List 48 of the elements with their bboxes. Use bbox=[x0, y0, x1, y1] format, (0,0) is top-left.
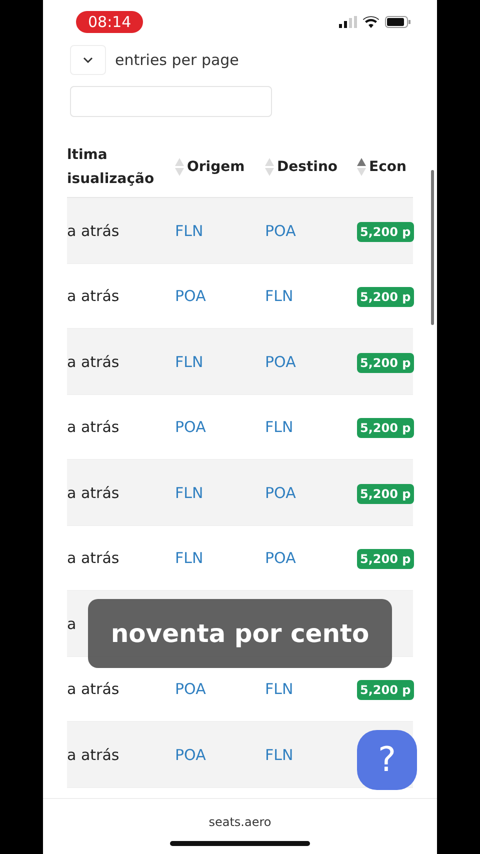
origin-link[interactable]: POA bbox=[175, 680, 206, 698]
column-header[interactable]: Econ bbox=[357, 155, 413, 179]
price-badge: 5,200 p bbox=[357, 484, 414, 504]
origin-link[interactable]: POA bbox=[175, 746, 206, 764]
price-badge: 5,200 p bbox=[357, 287, 414, 308]
status-time: 08:14 bbox=[76, 11, 143, 33]
price-badge: 5,200 p bbox=[357, 549, 414, 570]
price-badge: 5,200 p bbox=[357, 352, 414, 373]
scrollbar[interactable] bbox=[431, 170, 434, 325]
subtitle-caption: noventa por cento bbox=[88, 599, 392, 668]
time-cell: a atrás bbox=[67, 287, 120, 306]
origin-link[interactable]: POA bbox=[175, 287, 206, 306]
time-cell: a atrás bbox=[67, 549, 120, 568]
destination-link[interactable]: POA bbox=[265, 352, 296, 371]
time-cell: a atrás bbox=[67, 680, 120, 698]
site-address: seats.aero bbox=[208, 815, 272, 829]
origin-link[interactable]: FLN bbox=[175, 549, 204, 568]
price-badge: 5,200 p bbox=[357, 418, 414, 438]
wifi-icon bbox=[363, 16, 379, 28]
time-cell: a atrás bbox=[67, 222, 120, 240]
time-cell: a atrás bbox=[67, 746, 120, 764]
entries-select[interactable] bbox=[70, 45, 106, 75]
time-cell: a atrás bbox=[67, 484, 120, 502]
price-badge: 5,200 p bbox=[357, 680, 414, 700]
origin-link[interactable]: POA bbox=[175, 418, 206, 436]
origin-link[interactable]: FLN bbox=[175, 484, 204, 502]
entries-label: entries per page bbox=[115, 51, 239, 69]
battery-icon bbox=[385, 16, 411, 28]
time-cell: a atrás bbox=[67, 352, 120, 371]
destination-link[interactable]: FLN bbox=[265, 418, 294, 436]
destination-link[interactable]: POA bbox=[265, 222, 296, 240]
column-header[interactable]: Origem bbox=[175, 155, 265, 179]
column-header[interactable]: Destino bbox=[265, 155, 357, 179]
origin-link[interactable]: FLN bbox=[175, 222, 204, 240]
destination-link[interactable]: FLN bbox=[265, 287, 294, 306]
chevron-down-icon bbox=[83, 57, 93, 63]
origin-link[interactable]: FLN bbox=[175, 352, 204, 371]
destination-link[interactable]: POA bbox=[265, 549, 296, 568]
time-cell: a atrás bbox=[67, 418, 120, 436]
destination-link[interactable]: FLN bbox=[265, 680, 294, 698]
help-button[interactable]: ? bbox=[357, 730, 417, 790]
price-badge: 5,200 p bbox=[357, 222, 414, 242]
signal-icon bbox=[339, 16, 357, 28]
time-cell: a bbox=[67, 614, 76, 633]
destination-link[interactable]: POA bbox=[265, 484, 296, 502]
column-header[interactable]: ltima isualização bbox=[67, 143, 175, 191]
search-field[interactable] bbox=[70, 86, 272, 117]
destination-link[interactable]: FLN bbox=[265, 746, 294, 764]
